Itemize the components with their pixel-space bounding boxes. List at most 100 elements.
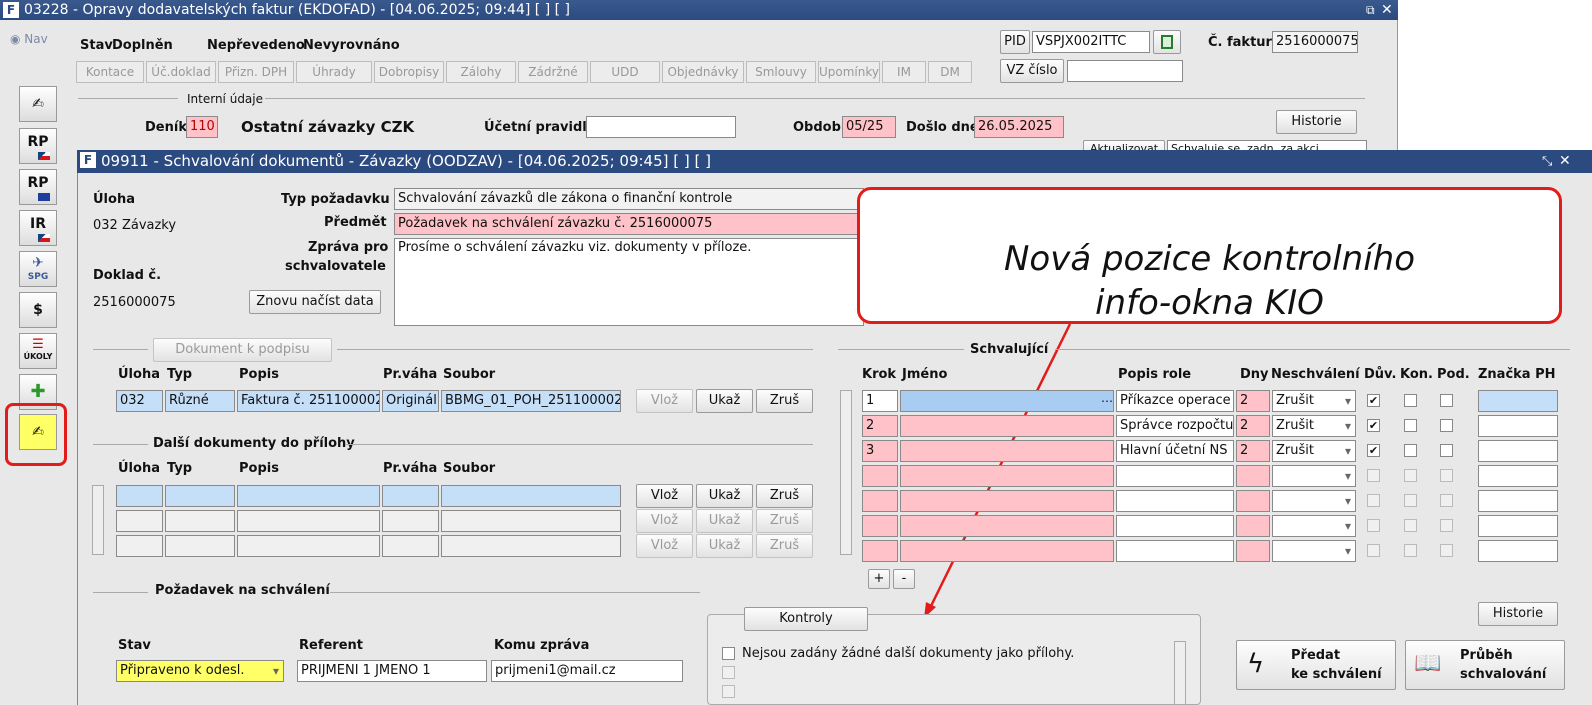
doc-cell-soubor[interactable]: BBMG_01_POH_251100002 [441, 390, 621, 412]
doc-ukaz-button[interactable]: Ukaž [696, 389, 753, 413]
kontroly-button[interactable]: Kontroly [744, 607, 868, 631]
approver-krok[interactable]: 3 [862, 440, 898, 462]
doc-cell-prvaha[interactable]: Originál [382, 390, 439, 412]
approver-znacka-ph[interactable] [1478, 515, 1558, 537]
extra-zrus-button[interactable]: Zruš [756, 534, 813, 558]
extra-cell[interactable] [116, 510, 163, 532]
approver-dny[interactable] [1236, 465, 1270, 487]
kontroly-checkbox[interactable] [722, 666, 735, 679]
extra-cell[interactable] [382, 535, 439, 557]
approver-role[interactable] [1116, 515, 1234, 537]
approver-krok[interactable] [862, 465, 898, 487]
approver-checkbox[interactable] [1440, 419, 1453, 432]
approver-name[interactable] [900, 540, 1114, 562]
extra-scrollbar[interactable] [92, 485, 104, 555]
extra-vloz-button[interactable]: Vlož [636, 484, 693, 508]
extra-vloz-button[interactable]: Vlož [636, 534, 693, 558]
extra-ukaz-button[interactable]: Ukaž [696, 509, 753, 533]
extra-cell[interactable] [237, 535, 380, 557]
extra-cell[interactable] [382, 485, 439, 507]
approver-role[interactable] [1116, 465, 1234, 487]
approver-checkbox[interactable] [1440, 444, 1453, 457]
stav-dropdown[interactable]: Připraveno k odesl. [116, 660, 284, 682]
doc-cell-uloha[interactable]: 032 [116, 390, 163, 412]
approver-znacka-ph[interactable] [1478, 415, 1558, 437]
approver-checkbox[interactable] [1440, 494, 1453, 507]
extra-cell[interactable] [116, 535, 163, 557]
approver-krok[interactable]: 2 [862, 415, 898, 437]
extra-zrus-button[interactable]: Zruš [756, 509, 813, 533]
kontroly-checkbox[interactable] [722, 647, 735, 660]
approver-znacka-ph[interactable] [1478, 440, 1558, 462]
referent-field[interactable]: PRIJMENI 1 JMENO 1 [297, 660, 487, 682]
approver-checkbox[interactable] [1404, 544, 1417, 557]
extra-ukaz-button[interactable]: Ukaž [696, 484, 753, 508]
doc-cell-popis[interactable]: Faktura č. 251100002 [237, 390, 380, 412]
approver-dny[interactable] [1236, 515, 1270, 537]
approver-name[interactable]: ⋯ [900, 390, 1114, 412]
approver-znacka-ph[interactable] [1478, 465, 1558, 487]
dokument-k-podpisu-button[interactable]: Dokument k podpisu [153, 338, 332, 362]
approver-role[interactable] [1116, 540, 1234, 562]
remove-row-button[interactable]: - [893, 569, 915, 589]
extra-ukaz-button[interactable]: Ukaž [696, 534, 753, 558]
approver-dny[interactable]: 2 [1236, 440, 1270, 462]
approver-checkbox[interactable] [1367, 519, 1380, 532]
approver-krok[interactable] [862, 515, 898, 537]
extra-cell[interactable] [237, 510, 380, 532]
approver-checkbox[interactable] [1440, 544, 1453, 557]
more-icon[interactable]: ⋯ [1101, 391, 1113, 411]
approver-checkbox[interactable] [1404, 494, 1417, 507]
approver-role[interactable] [1116, 490, 1234, 512]
extra-cell[interactable] [165, 485, 235, 507]
doc-cell-typ[interactable]: Různé [165, 390, 235, 412]
kontroly-checkbox[interactable] [722, 685, 735, 698]
approver-checkbox[interactable]: ✔ [1367, 444, 1380, 457]
approver-name[interactable] [900, 465, 1114, 487]
inner-historie-button[interactable]: Historie [1478, 602, 1558, 626]
extra-vloz-button[interactable]: Vlož [636, 509, 693, 533]
approver-dny[interactable]: 2 [1236, 415, 1270, 437]
approver-name[interactable] [900, 440, 1114, 462]
approver-znacka-ph[interactable] [1478, 490, 1558, 512]
approver-neschvaleni-dropdown[interactable]: Zrušit [1272, 440, 1356, 462]
approver-name[interactable] [900, 415, 1114, 437]
approver-neschvaleni-dropdown[interactable] [1272, 540, 1356, 562]
doc-zrus-button[interactable]: Zruš [756, 389, 813, 413]
kontroly-scrollbar[interactable] [1174, 641, 1186, 705]
approver-neschvaleni-dropdown[interactable] [1272, 465, 1356, 487]
approver-dny[interactable]: 2 [1236, 390, 1270, 412]
add-row-button[interactable]: + [868, 569, 890, 589]
extra-zrus-button[interactable]: Zruš [756, 484, 813, 508]
approver-znacka-ph[interactable] [1478, 540, 1558, 562]
approver-neschvaleni-dropdown[interactable]: Zrušit [1272, 415, 1356, 437]
approver-checkbox[interactable] [1404, 469, 1417, 482]
approver-role[interactable]: Správce rozpočtu [1116, 415, 1234, 437]
approver-krok[interactable]: 1 [862, 390, 898, 412]
extra-cell[interactable] [441, 485, 621, 507]
extra-cell[interactable] [441, 535, 621, 557]
approver-checkbox[interactable] [1404, 444, 1417, 457]
approver-neschvaleni-dropdown[interactable]: Zrušit [1272, 390, 1356, 412]
approver-checkbox[interactable] [1367, 544, 1380, 557]
approver-dny[interactable] [1236, 540, 1270, 562]
approver-dny[interactable] [1236, 490, 1270, 512]
approver-checkbox[interactable] [1440, 519, 1453, 532]
approver-neschvaleni-dropdown[interactable] [1272, 515, 1356, 537]
approver-name[interactable] [900, 515, 1114, 537]
extra-cell[interactable] [165, 535, 235, 557]
approver-role[interactable]: Hlavní účetní NS [1116, 440, 1234, 462]
extra-cell[interactable] [237, 485, 380, 507]
approver-scrollbar[interactable] [840, 390, 852, 555]
approver-name[interactable] [900, 490, 1114, 512]
predat-ke-schvaleni-button[interactable]: ϟ Předat ke schválení [1236, 640, 1396, 690]
approver-checkbox[interactable] [1404, 419, 1417, 432]
extra-cell[interactable] [165, 510, 235, 532]
approver-checkbox[interactable]: ✔ [1367, 419, 1380, 432]
approver-znacka-ph[interactable] [1478, 390, 1558, 412]
approver-role[interactable]: Příkazce operace I [1116, 390, 1234, 412]
approver-neschvaleni-dropdown[interactable] [1272, 490, 1356, 512]
approver-checkbox[interactable] [1367, 494, 1380, 507]
approver-checkbox[interactable] [1404, 519, 1417, 532]
extra-cell[interactable] [116, 485, 163, 507]
